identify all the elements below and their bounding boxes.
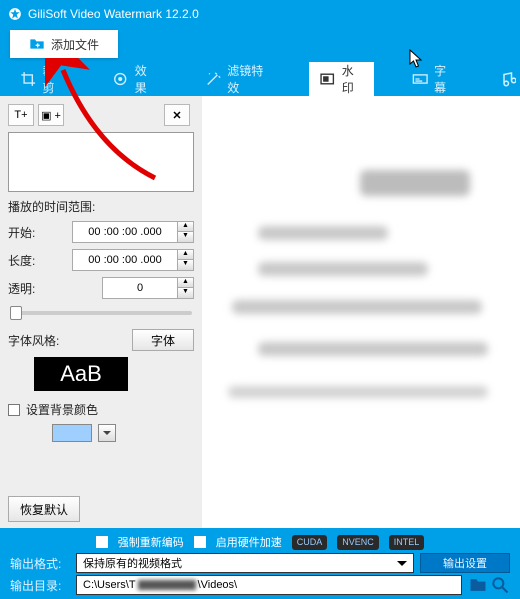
badge-cuda: CUDA xyxy=(292,535,328,550)
hw-accel-checkbox[interactable] xyxy=(194,536,206,548)
restore-defaults-button[interactable]: 恢复默认 xyxy=(8,496,80,522)
bgcolor-swatch[interactable] xyxy=(52,424,92,442)
length-time-spinner[interactable]: ▲▼ xyxy=(177,250,193,270)
redacted-username xyxy=(138,580,196,590)
bgcolor-label: 设置背景颜色 xyxy=(26,401,98,418)
opacity-spinner[interactable]: ▲▼ xyxy=(177,278,193,298)
opacity-input[interactable]: 0 ▲▼ xyxy=(102,277,194,299)
open-folder-button[interactable] xyxy=(490,575,510,595)
tab-filter[interactable]: 滤镜特效 xyxy=(195,62,282,96)
opacity-slider[interactable] xyxy=(10,311,192,315)
tab-music[interactable] xyxy=(494,62,520,96)
font-button[interactable]: 字体 xyxy=(132,329,194,351)
watermark-settings-panel: T+ ▣ + ✕ 播放的时间范围: 开始: 00 :00 :00 .000 ▲▼… xyxy=(0,96,202,528)
opacity-label: 透明: xyxy=(8,280,66,297)
output-dir-label: 输出目录: xyxy=(10,577,70,594)
magic-icon xyxy=(205,70,222,88)
start-label: 开始: xyxy=(8,224,66,241)
length-time-input[interactable]: 00 :00 :00 .000 ▲▼ xyxy=(72,249,194,271)
bgcolor-checkbox[interactable] xyxy=(8,404,20,416)
tab-watermark[interactable]: 水印 xyxy=(309,62,373,96)
bgcolor-dropdown[interactable] xyxy=(98,424,116,442)
length-label: 长度: xyxy=(8,252,66,269)
music-icon xyxy=(498,70,516,88)
add-file-icon xyxy=(29,37,45,51)
add-file-label: 添加文件 xyxy=(51,36,99,53)
start-time-input[interactable]: 00 :00 :00 .000 ▲▼ xyxy=(72,221,194,243)
font-style-label: 字体风格: xyxy=(8,332,59,349)
footer: 强制重新编码 启用硬件加速 CUDA NVENC INTEL 输出格式: 保持原… xyxy=(0,528,520,599)
start-time-spinner[interactable]: ▲▼ xyxy=(177,222,193,242)
font-preview: AaB xyxy=(34,357,128,391)
opacity-slider-thumb[interactable] xyxy=(10,306,22,320)
add-file-button[interactable]: 添加文件 xyxy=(10,30,118,58)
hw-accel-label: 启用硬件加速 xyxy=(216,534,282,550)
time-range-label: 播放的时间范围: xyxy=(8,198,194,215)
watermark-icon xyxy=(319,70,335,88)
force-reencode-checkbox[interactable] xyxy=(96,536,108,548)
watermark-list[interactable] xyxy=(8,132,194,192)
tab-bar: 裁剪 效果 滤镜特效 水印 字幕 xyxy=(0,62,520,96)
app-logo-icon xyxy=(8,7,22,21)
tab-crop[interactable]: 裁剪 xyxy=(10,62,74,96)
output-settings-button[interactable]: 输出设置 xyxy=(420,553,510,573)
force-reencode-label: 强制重新编码 xyxy=(118,534,184,550)
badge-nvenc: NVENC xyxy=(337,535,379,550)
preview-area xyxy=(202,96,520,528)
remove-watermark-button[interactable]: ✕ xyxy=(164,104,190,126)
tab-effect[interactable]: 效果 xyxy=(102,62,166,96)
output-format-select[interactable]: 保持原有的视频格式 xyxy=(76,553,414,573)
subtitle-icon xyxy=(412,70,428,88)
add-image-watermark-button[interactable]: ▣ + xyxy=(38,104,64,126)
browse-folder-button[interactable] xyxy=(468,575,488,595)
badge-intel: INTEL xyxy=(389,535,425,550)
crop-icon xyxy=(20,70,36,88)
chevron-down-icon xyxy=(397,561,407,571)
effect-icon xyxy=(112,70,128,88)
add-text-watermark-button[interactable]: T+ xyxy=(8,104,34,126)
tab-subtitle[interactable]: 字幕 xyxy=(402,62,466,96)
app-title: GiliSoft Video Watermark 12.2.0 xyxy=(28,7,199,21)
output-format-label: 输出格式: xyxy=(10,555,70,572)
output-dir-input[interactable]: C:\Users\T \Videos\ xyxy=(76,575,462,595)
title-bar: GiliSoft Video Watermark 12.2.0 xyxy=(0,0,520,28)
toolbar: 添加文件 xyxy=(0,28,520,62)
